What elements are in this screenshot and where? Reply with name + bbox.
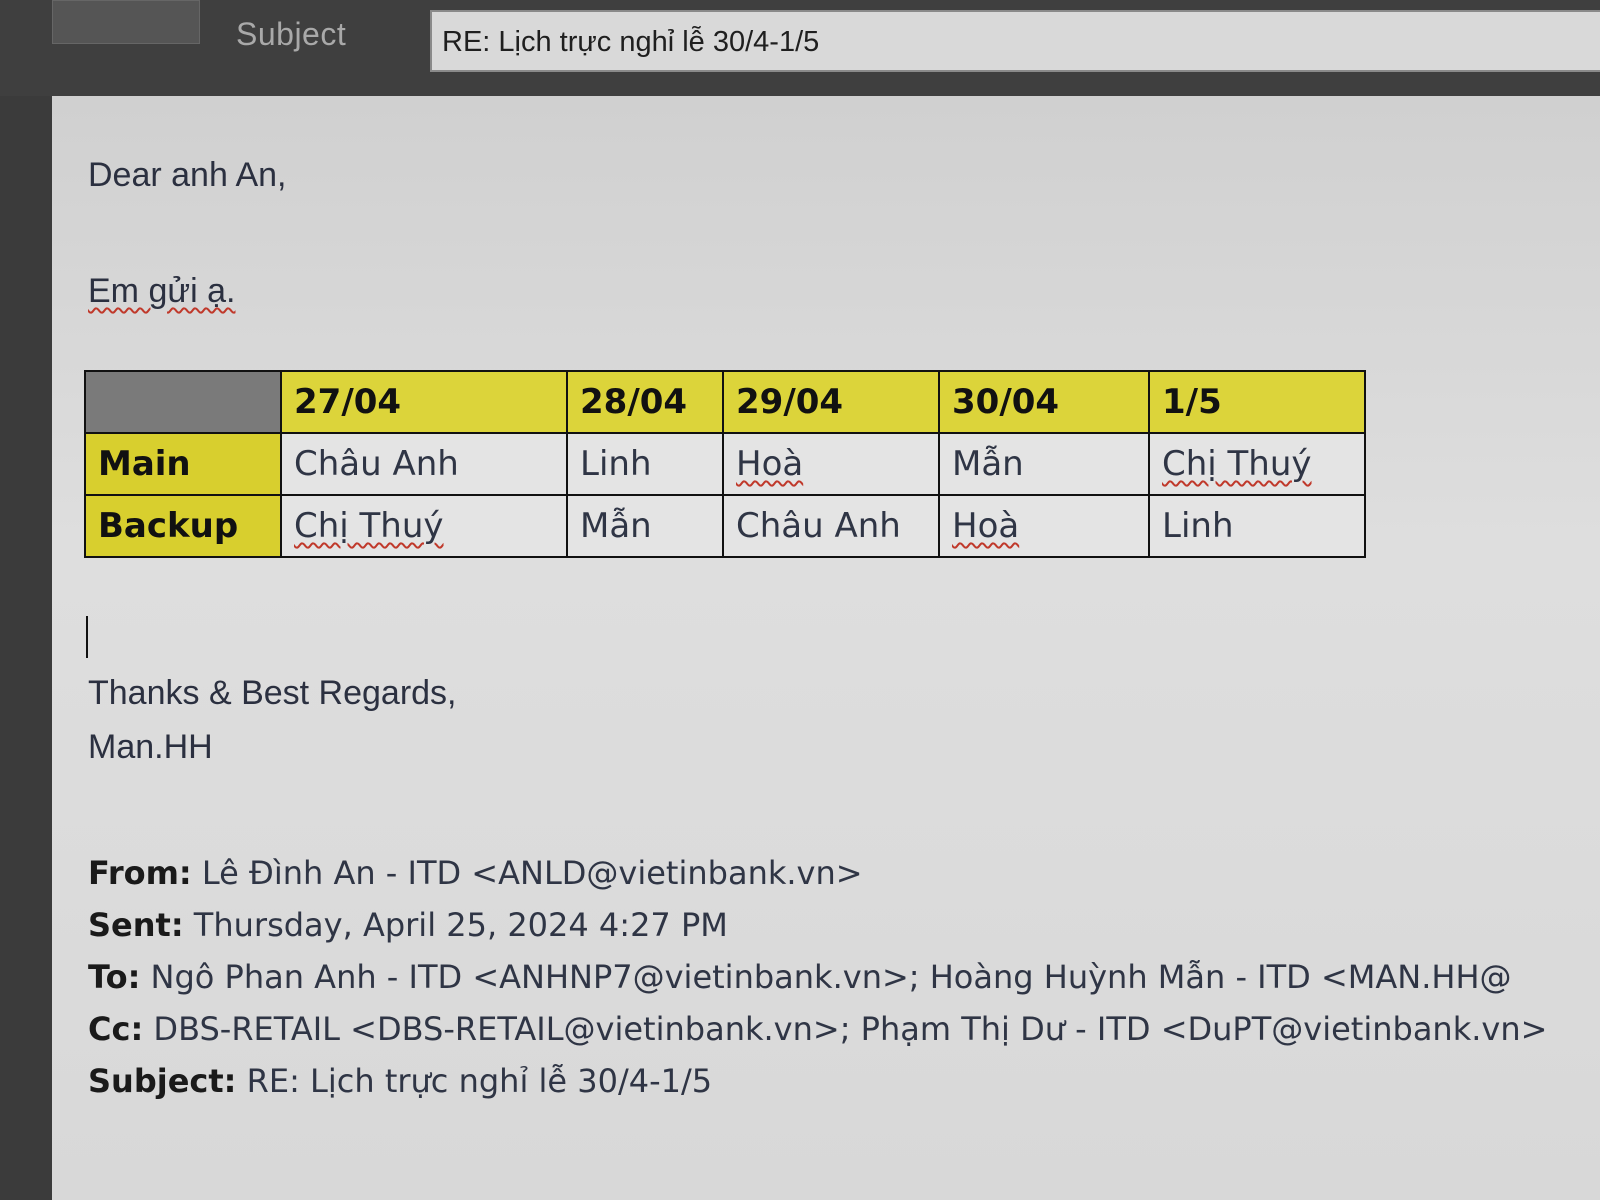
closing-text: Thanks & Best Regards,: [88, 674, 457, 712]
row-label-main: Main: [84, 432, 282, 496]
table-cell: Chị Thuý: [1148, 432, 1366, 496]
from-label: From:: [88, 854, 192, 892]
table-cell: Linh: [566, 432, 724, 496]
email-compose-window: Subject RE: Lịch trực nghỉ lễ 30/4-1/5 D…: [0, 0, 1600, 1200]
quoted-subject-label: Subject:: [88, 1062, 237, 1100]
table-cell: Mẫn: [566, 494, 724, 558]
table-cell: Châu Anh: [280, 432, 568, 496]
to-label: To:: [88, 958, 141, 996]
cell-text: Hoà: [736, 444, 804, 484]
table-row: Main Châu Anh Linh Hoà Mẫn Chị Thuý: [84, 432, 1366, 496]
table-cell: Hoà: [722, 432, 940, 496]
text-cursor: [86, 616, 88, 658]
table-cell: Linh: [1148, 494, 1366, 558]
to-value: Ngô Phan Anh - ITD <ANHNP7@vietinbank.vn…: [150, 958, 1512, 996]
subject-label: Subject: [236, 16, 347, 52]
message-body[interactable]: Dear anh An, Em gửi ạ. 27/04 28/04 29/04…: [52, 96, 1600, 1200]
quoted-subject-line: Subject: RE: Lịch trực nghỉ lễ 30/4-1/5: [88, 1062, 712, 1100]
quoted-subject-value: RE: Lịch trực nghỉ lễ 30/4-1/5: [246, 1062, 713, 1100]
table-header-row: 27/04 28/04 29/04 30/04 1/5: [84, 370, 1366, 434]
quoted-cc-line: Cc: DBS-RETAIL <DBS-RETAIL@vietinbank.vn…: [88, 1010, 1547, 1048]
greeting-text: Dear anh An,: [88, 156, 287, 194]
column-header: 28/04: [566, 370, 724, 434]
table-cell: Châu Anh: [722, 494, 940, 558]
send-button[interactable]: [52, 0, 200, 44]
subject-input[interactable]: RE: Lịch trực nghỉ lễ 30/4-1/5: [430, 10, 1600, 72]
table-cell: Mẫn: [938, 432, 1150, 496]
column-header: 27/04: [280, 370, 568, 434]
column-header: 29/04: [722, 370, 940, 434]
column-header: 1/5: [1148, 370, 1366, 434]
from-value: Lê Đình An - ITD <ANLD@vietinbank.vn>: [201, 854, 863, 892]
quoted-sent-line: Sent: Thursday, April 25, 2024 4:27 PM: [88, 906, 728, 944]
table-corner-cell: [84, 370, 282, 434]
intro-text: Em gửi ạ.: [88, 272, 236, 310]
sent-label: Sent:: [88, 906, 184, 944]
quoted-to-line: To: Ngô Phan Anh - ITD <ANHNP7@vietinban…: [88, 958, 1512, 996]
table-cell: Hoà: [938, 494, 1150, 558]
quoted-from-line: From: Lê Đình An - ITD <ANLD@vietinbank.…: [88, 854, 863, 892]
sent-value: Thursday, April 25, 2024 4:27 PM: [193, 906, 728, 944]
row-label-backup: Backup: [84, 494, 282, 558]
cell-text: Chị Thuý: [1162, 444, 1312, 484]
cc-value: DBS-RETAIL <DBS-RETAIL@vietinbank.vn>; P…: [153, 1010, 1548, 1048]
table-row: Backup Chị Thuý Mẫn Châu Anh Hoà Linh: [84, 494, 1366, 558]
cell-text: Chị Thuý: [294, 506, 444, 546]
column-header: 30/04: [938, 370, 1150, 434]
table-cell: Chị Thuý: [280, 494, 568, 558]
duty-schedule-table: 27/04 28/04 29/04 30/04 1/5 Main Châu An…: [84, 370, 1366, 558]
cell-text: Hoà: [952, 506, 1020, 546]
cc-label: Cc:: [88, 1010, 144, 1048]
signature-text: Man.HH: [88, 728, 213, 766]
compose-header-bar: Subject RE: Lịch trực nghỉ lễ 30/4-1/5: [0, 0, 1600, 96]
